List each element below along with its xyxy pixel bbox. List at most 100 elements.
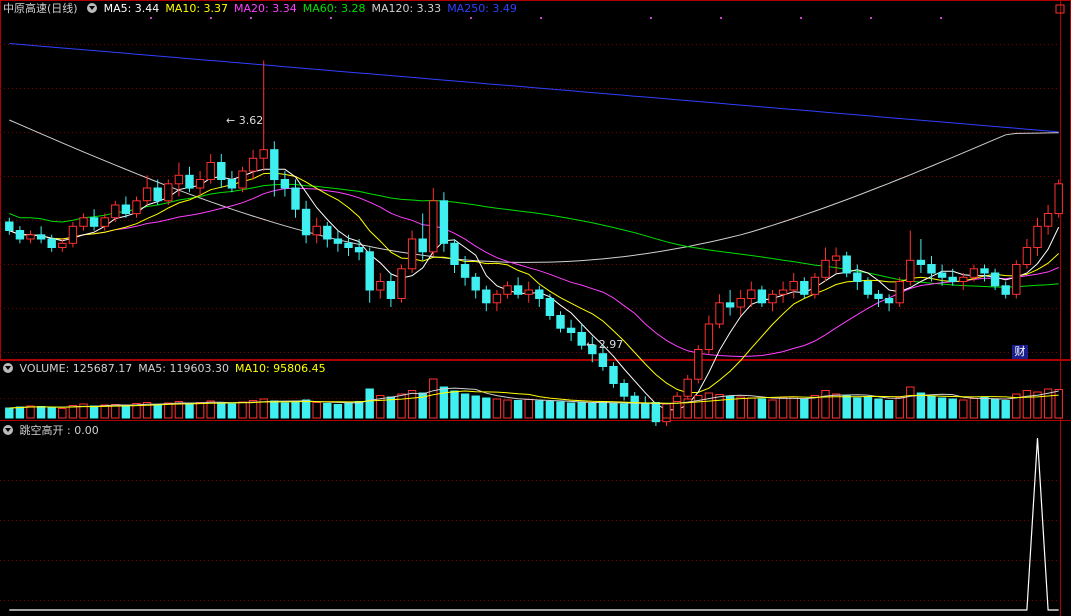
candle-down [301,208,311,236]
candle-up [524,289,533,295]
candle-up [312,225,321,236]
volume-bar [619,403,629,419]
candle-up [1022,247,1032,265]
volume-bar [227,403,237,419]
candle-up [715,302,724,325]
candle-down [471,276,480,291]
candle-down [535,289,544,299]
volume-bar [556,401,565,419]
candle-up [747,289,756,299]
volume-bar [301,399,311,419]
volume-bar [535,400,544,419]
volume-bar [513,400,523,419]
volume-bar [694,395,703,419]
event-marker [870,17,872,19]
candle-up [100,217,109,227]
volume-bar [810,395,820,419]
candle-up [1043,213,1053,227]
event-marker [800,17,802,19]
volume-bar [429,378,438,419]
volume-bar [26,405,35,419]
volume-bar [842,395,851,419]
volume-bar [598,401,608,419]
candle-up [142,187,152,202]
volume-bar [195,402,205,419]
volume-bar [980,396,989,419]
volume-bar [36,406,46,419]
finance-badge[interactable]: 财 [1012,345,1028,359]
volume-bar [280,402,290,419]
volume-bar [503,399,512,419]
candle-up [503,285,512,295]
candle-down [5,221,14,231]
event-marker [940,17,942,19]
candle-down [513,285,523,295]
ma250-line [9,43,1059,133]
volume-bar [323,403,332,419]
candle-down [439,200,449,244]
candle-up [969,268,979,278]
indicator-panel-header: 跳空高开 : 0.00 [3,423,105,439]
stock-period: (日线) [47,2,78,15]
volume-bar [291,401,300,419]
main-panel-header: 中原高速(日线) MA5: 3.44 MA10: 3.37 MA20: 3.34 MA… [3,1,523,17]
candle-down [566,327,576,334]
volume-bar [990,399,1000,419]
candle-up [704,323,714,350]
indicator-label: MA120: 3.33 [371,2,442,15]
volume-bar [937,397,947,419]
volume-bar [407,390,417,419]
candle-down [609,366,618,384]
candle-up [821,259,830,278]
candle-down [556,315,565,329]
dropdown-icon[interactable] [3,425,13,435]
volume-bar [47,407,56,419]
candle-down [990,272,1000,287]
candle-down [47,238,56,248]
candle-up [206,162,215,180]
candle-down [344,242,353,249]
indicator-label: MA5: 3.44 [103,2,160,15]
dropdown-icon[interactable] [87,3,98,13]
indicator-label: MA250: 3.49 [447,2,517,15]
candle-up [778,289,788,295]
volume-bar [916,392,926,419]
candle-up [429,200,438,253]
candle-up [683,378,692,397]
volume-bar [524,399,533,419]
candle-down [280,179,290,189]
candle-up [789,281,798,291]
candle-up [132,200,141,215]
event-marker [210,17,212,19]
event-marker [540,17,542,19]
volume-bar [312,402,321,419]
volume-bar [874,398,883,419]
candle-down [800,281,809,295]
candle-up [492,293,502,304]
candle-up [768,293,777,304]
candle-down [842,255,851,274]
candle-down [460,264,470,278]
volume-bar [365,388,374,419]
volume-bar [471,395,480,419]
candle-up [694,349,703,380]
ma20-line [9,187,1059,358]
volume-bar [121,405,131,419]
volume-bar [100,404,109,419]
high-price-annotation: ← 3.62 [226,114,264,127]
candle-down [948,276,957,282]
volume-panel-header: VOLUME: 125687.17 MA5: 119603.30 MA10: 958… [3,361,332,377]
kline-chart[interactable] [0,0,1071,616]
candle-up [831,255,841,261]
dropdown-icon[interactable] [3,363,13,373]
event-marker [150,17,152,19]
volume-bar [482,397,491,419]
main-panel-border [0,0,1071,360]
volume-bar [354,401,364,419]
volume-bar [344,402,353,419]
volume-bar [672,401,682,419]
candle-up [1012,264,1021,295]
volume-bar [895,397,904,419]
volume-bar [153,404,162,419]
candle-up [26,234,35,240]
